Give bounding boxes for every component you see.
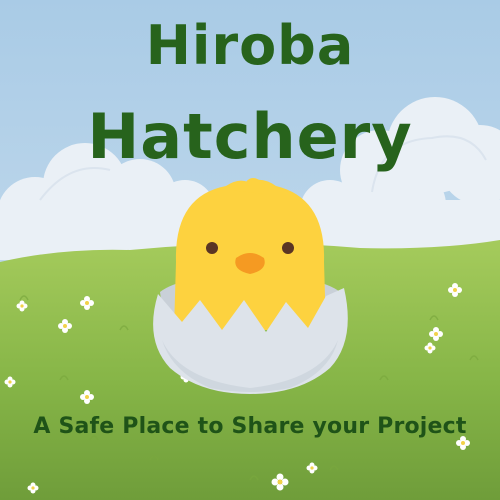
chick-eye-left bbox=[206, 242, 218, 254]
title-line-2: Hatchery bbox=[87, 100, 413, 173]
title-line-1: Hiroba bbox=[145, 14, 355, 77]
poster: Hiroba Hatchery A Safe Place to Share yo… bbox=[0, 0, 500, 500]
tagline: A Safe Place to Share your Project bbox=[33, 414, 467, 439]
chick-eye-right bbox=[282, 242, 294, 254]
